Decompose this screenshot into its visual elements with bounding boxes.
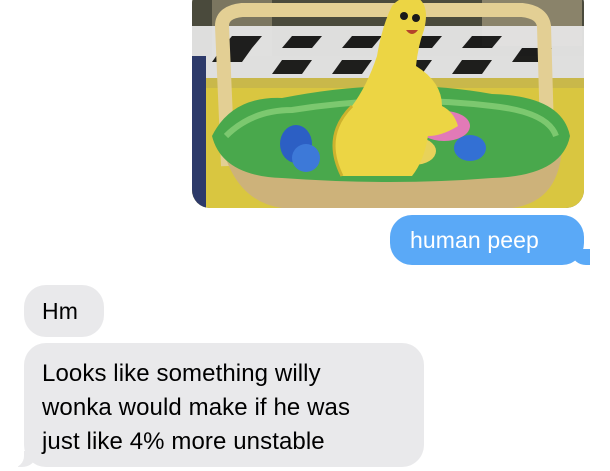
received-message-bubble[interactable]: Hm	[24, 285, 104, 337]
received-message-text: Hm	[42, 298, 78, 324]
sent-photo-attachment[interactable]	[192, 0, 584, 208]
sent-message-bubble[interactable]: human peep	[390, 215, 600, 266]
received-message-line: wonka would make if he was	[42, 394, 351, 421]
sent-message-text: human peep	[410, 227, 539, 253]
message-thread: human peep Hm Looks like something willy…	[0, 0, 610, 471]
photo-image	[192, 0, 584, 208]
received-message-bubble-long[interactable]: Looks like something willy wonka would m…	[8, 343, 424, 468]
received-message-line: Looks like something willy	[42, 360, 321, 387]
received-message-line: just like 4% more unstable	[42, 428, 325, 455]
